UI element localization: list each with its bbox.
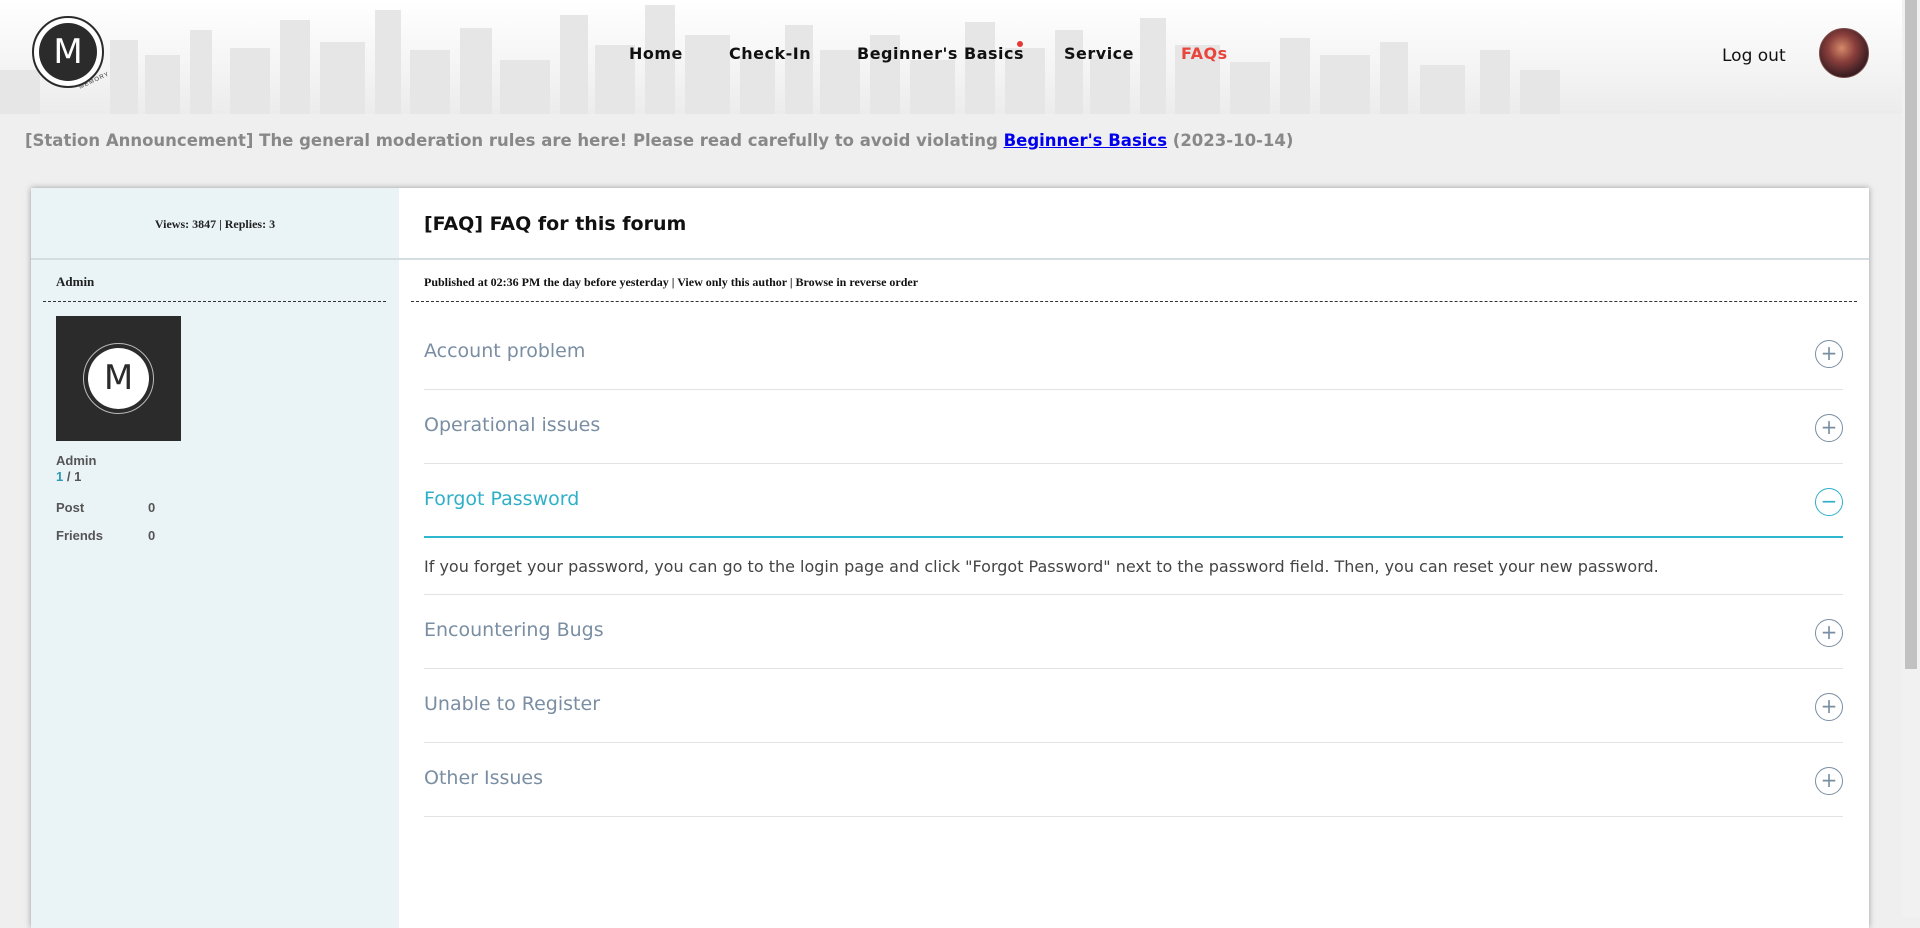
post-count-value: 0	[148, 500, 156, 515]
divider	[411, 301, 1857, 302]
scrollbar-thumb[interactable]	[1905, 0, 1917, 669]
notification-dot	[1017, 41, 1023, 47]
faq-question[interactable]: Operational issues	[424, 414, 600, 436]
post-title: [FAQ] FAQ for this forum	[399, 188, 1869, 260]
faq-item-account-problem[interactable]: Account problem +	[424, 316, 1843, 390]
friends-count-label: Friends	[56, 528, 103, 543]
announcement-date: (2023-10-14)	[1172, 131, 1294, 150]
announcement-link[interactable]: Beginner's Basics	[1004, 131, 1167, 150]
thread-stats: Views: 3847 | Replies: 3	[31, 188, 399, 260]
level-separator: /	[63, 469, 75, 484]
faq-item-other-issues[interactable]: Other Issues +	[424, 743, 1843, 817]
faq-question[interactable]: Account problem	[424, 340, 585, 362]
faq-item-encountering-bugs[interactable]: Encountering Bugs +	[424, 595, 1843, 669]
browse-reverse-link[interactable]: Browse in reverse order	[796, 275, 919, 289]
announcement-text: [Station Announcement] The general moder…	[25, 131, 998, 150]
plus-circle-icon[interactable]: +	[1815, 414, 1843, 442]
author-avatar[interactable]: M	[56, 316, 181, 441]
post-content: [FAQ] FAQ for this forum Published at 02…	[399, 188, 1869, 928]
view-only-author-link[interactable]: View only this author	[677, 275, 787, 289]
user-avatar[interactable]	[1819, 28, 1869, 78]
nav-faqs[interactable]: FAQs	[1181, 44, 1228, 63]
faq-item-unable-to-register[interactable]: Unable to Register +	[424, 669, 1843, 743]
post-meta: Published at 02:36 PM the day before yes…	[424, 275, 919, 289]
faq-item-operational-issues[interactable]: Operational issues +	[424, 390, 1843, 464]
station-announcement: [Station Announcement] The general moder…	[25, 131, 1293, 150]
author-level: 1 / 1	[56, 469, 81, 484]
logout-link[interactable]: Log out	[1722, 46, 1786, 66]
published-time: Published at 02:36 PM the day before yes…	[424, 275, 669, 289]
divider	[43, 301, 386, 302]
plus-circle-icon[interactable]: +	[1815, 767, 1843, 795]
site-header: M MEMORY Home Check-In Beginner's Basics…	[0, 0, 1902, 114]
post-card: Views: 3847 | Replies: 3 Admin M Admin 1…	[31, 188, 1869, 928]
post-count-row: Post 0	[56, 500, 155, 515]
faq-question[interactable]: Other Issues	[424, 767, 543, 789]
faq-answer: If you forget your password, you can go …	[424, 538, 1843, 595]
friends-count-row: Friends 0	[56, 528, 155, 543]
faq-answer-text: If you forget your password, you can go …	[424, 557, 1659, 576]
author-username[interactable]: Admin	[56, 453, 96, 468]
friends-count-value: 0	[148, 528, 156, 543]
nav-beginners-basics[interactable]: Beginner's Basics	[857, 44, 1024, 63]
main-nav: Home Check-In Beginner's Basics Service …	[0, 44, 1902, 68]
minus-circle-icon[interactable]: −	[1815, 488, 1843, 516]
faq-question[interactable]: Forgot Password	[424, 488, 579, 510]
avatar-letter: M	[88, 348, 149, 409]
post-count-label: Post	[56, 500, 85, 515]
level-total: 1	[74, 469, 82, 484]
faq-item-forgot-password[interactable]: Forgot Password −	[424, 464, 1843, 538]
nav-check-in[interactable]: Check-In	[729, 44, 811, 63]
plus-circle-icon[interactable]: +	[1815, 340, 1843, 368]
plus-circle-icon[interactable]: +	[1815, 619, 1843, 647]
author-heading: Admin	[56, 274, 95, 289]
faq-question[interactable]: Unable to Register	[424, 693, 600, 715]
author-sidebar: Views: 3847 | Replies: 3 Admin M Admin 1…	[31, 188, 399, 928]
faq-question[interactable]: Encountering Bugs	[424, 619, 604, 641]
nav-service[interactable]: Service	[1064, 44, 1134, 63]
faq-accordion: Account problem + Operational issues + F…	[424, 316, 1843, 817]
plus-circle-icon[interactable]: +	[1815, 693, 1843, 721]
nav-home[interactable]: Home	[629, 44, 683, 63]
